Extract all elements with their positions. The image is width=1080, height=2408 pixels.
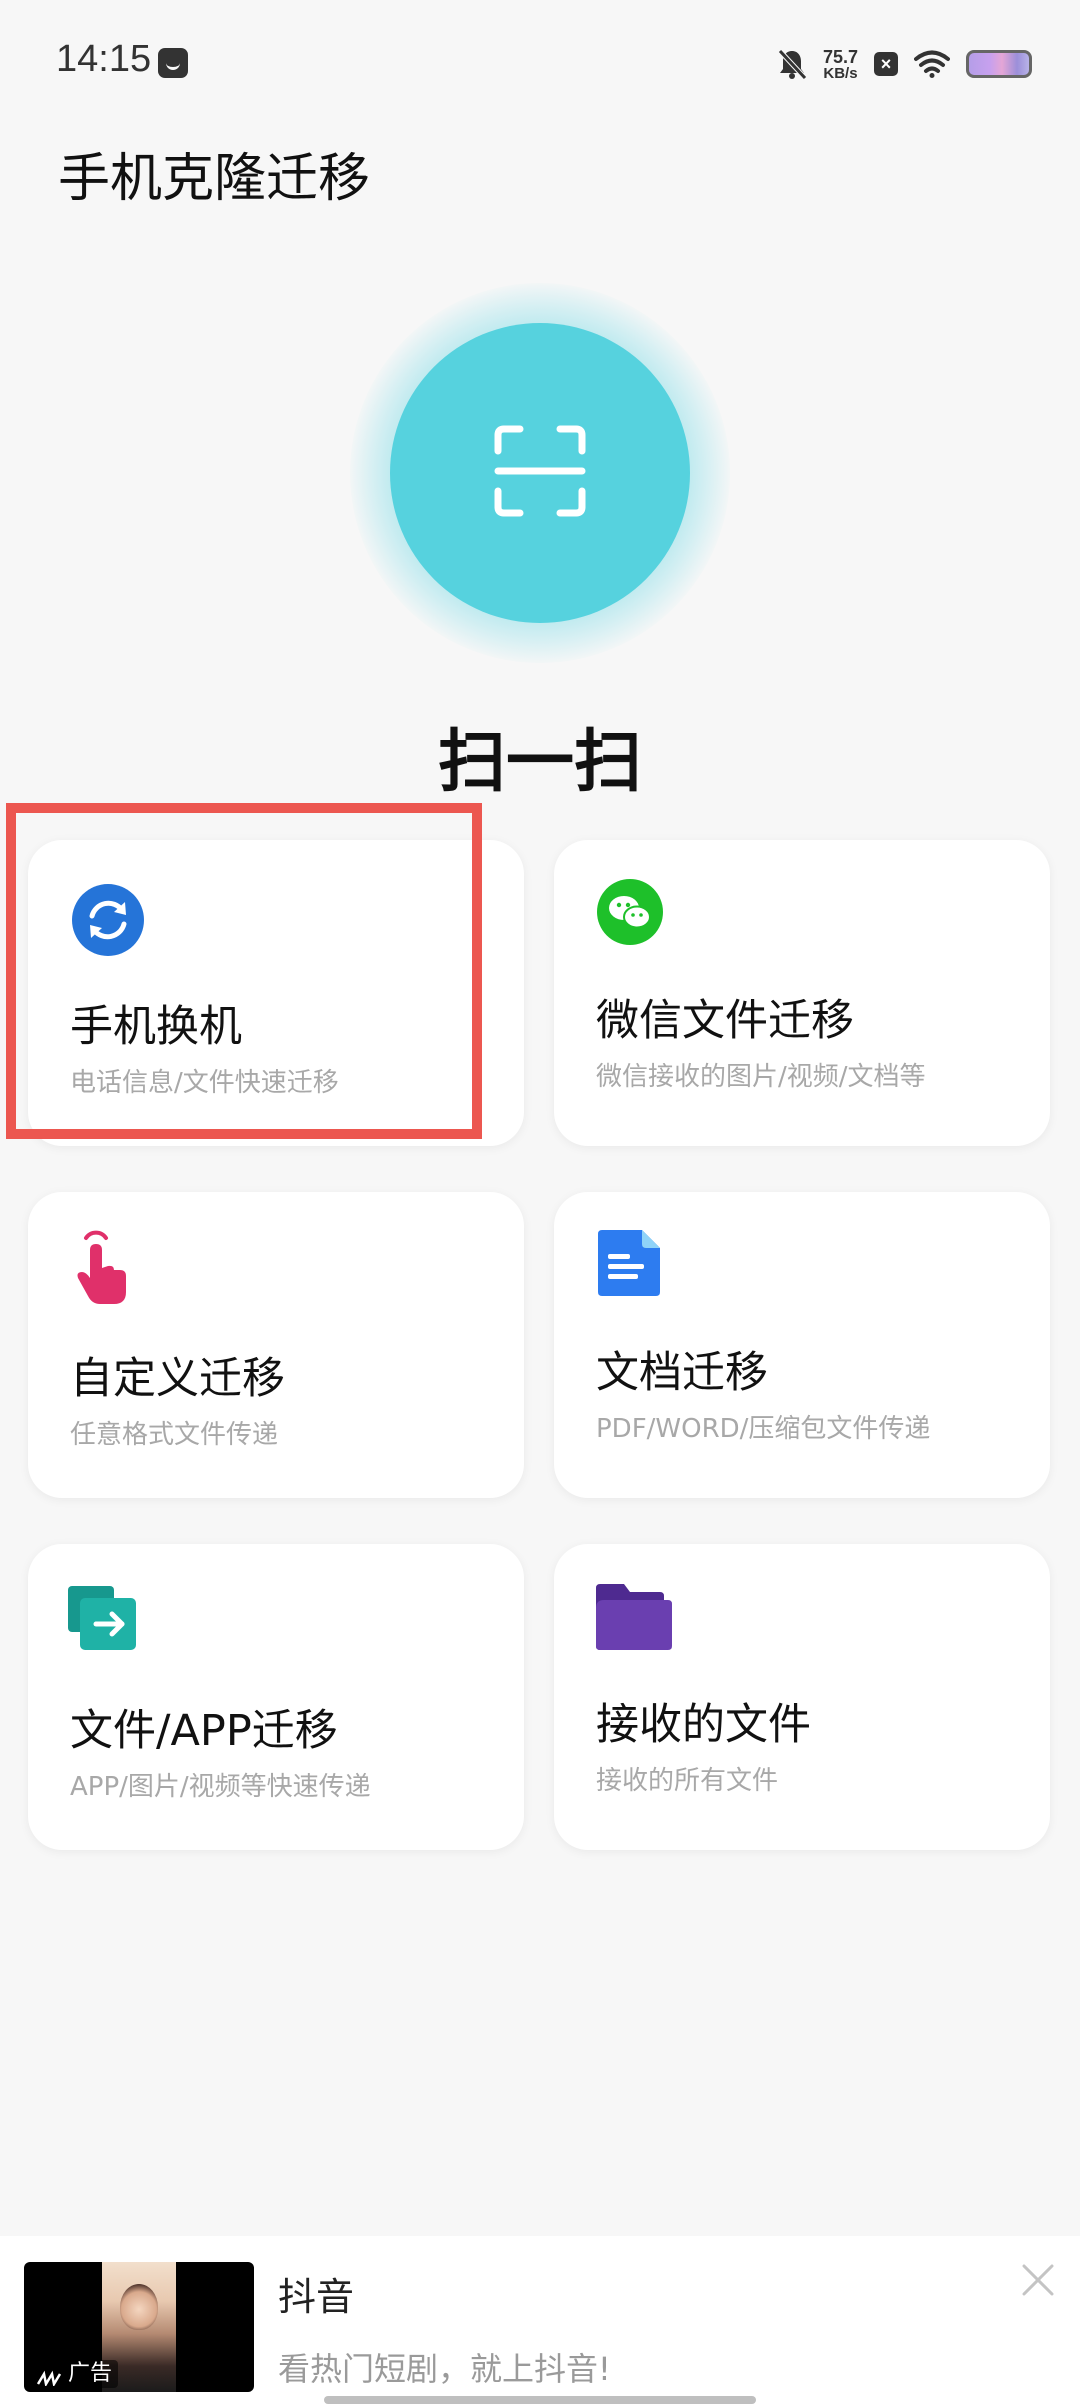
- status-bar: 14:15 75.7 KB/s ×: [0, 0, 1080, 120]
- card-subtitle: APP/图片/视频等快速传递: [70, 1772, 371, 1802]
- card-document-transfer[interactable]: 文档迁移 PDF/WORD/压缩包文件传递: [554, 1192, 1050, 1498]
- status-icons: 75.7 KB/s ×: [777, 44, 1032, 84]
- status-time: 14:15: [56, 38, 152, 80]
- ad-badge-label: 广告: [68, 2361, 113, 2386]
- card-received-files[interactable]: 接收的文件 接收的所有文件: [554, 1544, 1050, 1850]
- notification-app-icon: [158, 48, 188, 78]
- network-speed-unit: KB/s: [823, 64, 858, 82]
- card-subtitle: 任意格式文件传递: [70, 1420, 279, 1450]
- card-subtitle: 电话信息/文件快速迁移: [70, 1068, 339, 1098]
- close-icon[interactable]: [1020, 2262, 1056, 2298]
- card-subtitle: PDF/WORD/压缩包文件传递: [596, 1414, 931, 1444]
- card-title: 微信文件迁移: [596, 996, 854, 1046]
- file-transfer-icon: [68, 1586, 138, 1652]
- battery-icon: [966, 50, 1032, 78]
- card-title: 接收的文件: [596, 1700, 811, 1750]
- card-phone-switch[interactable]: 手机换机 电话信息/文件快速迁移: [28, 840, 524, 1146]
- card-subtitle: 微信接收的图片/视频/文档等: [596, 1062, 926, 1092]
- card-custom-transfer[interactable]: 自定义迁移 任意格式文件传递: [28, 1192, 524, 1498]
- card-file-app-transfer[interactable]: 文件/APP迁移 APP/图片/视频等快速传递: [28, 1544, 524, 1850]
- wechat-icon: [596, 878, 664, 946]
- card-title: 文件/APP迁移: [70, 1706, 338, 1756]
- card-title: 手机换机: [70, 1002, 242, 1052]
- ad-banner[interactable]: 广告 抖音 看热门短剧，就上抖音!: [0, 2236, 1080, 2408]
- sim-off-icon: ×: [874, 52, 898, 76]
- sync-icon: [70, 882, 146, 958]
- ad-badge: 广告: [30, 2360, 119, 2388]
- scan-button[interactable]: [390, 323, 690, 623]
- card-wechat-transfer[interactable]: 微信文件迁移 微信接收的图片/视频/文档等: [554, 840, 1050, 1146]
- scan-label[interactable]: 扫一扫: [0, 706, 1080, 805]
- document-icon: [598, 1230, 660, 1296]
- tap-hand-icon: [68, 1230, 134, 1306]
- folder-icon: [596, 1584, 672, 1650]
- network-speed-value: 75.7: [822, 46, 858, 67]
- ad-logo-icon: [36, 2366, 64, 2388]
- page-title: 手机克隆迁移: [58, 149, 371, 209]
- bell-off-icon: [777, 48, 807, 80]
- ad-title: 抖音: [278, 2275, 355, 2319]
- network-speed: 75.7 KB/s: [823, 48, 858, 81]
- ad-thumbnail[interactable]: 广告: [24, 2262, 254, 2392]
- card-title: 自定义迁移: [70, 1354, 285, 1404]
- card-title: 文档迁移: [596, 1348, 768, 1398]
- card-subtitle: 接收的所有文件: [596, 1766, 779, 1796]
- wifi-icon: [914, 50, 950, 78]
- scan-icon: [490, 421, 590, 525]
- home-indicator[interactable]: [324, 2396, 756, 2404]
- ad-description: 看热门短剧，就上抖音!: [278, 2350, 611, 2388]
